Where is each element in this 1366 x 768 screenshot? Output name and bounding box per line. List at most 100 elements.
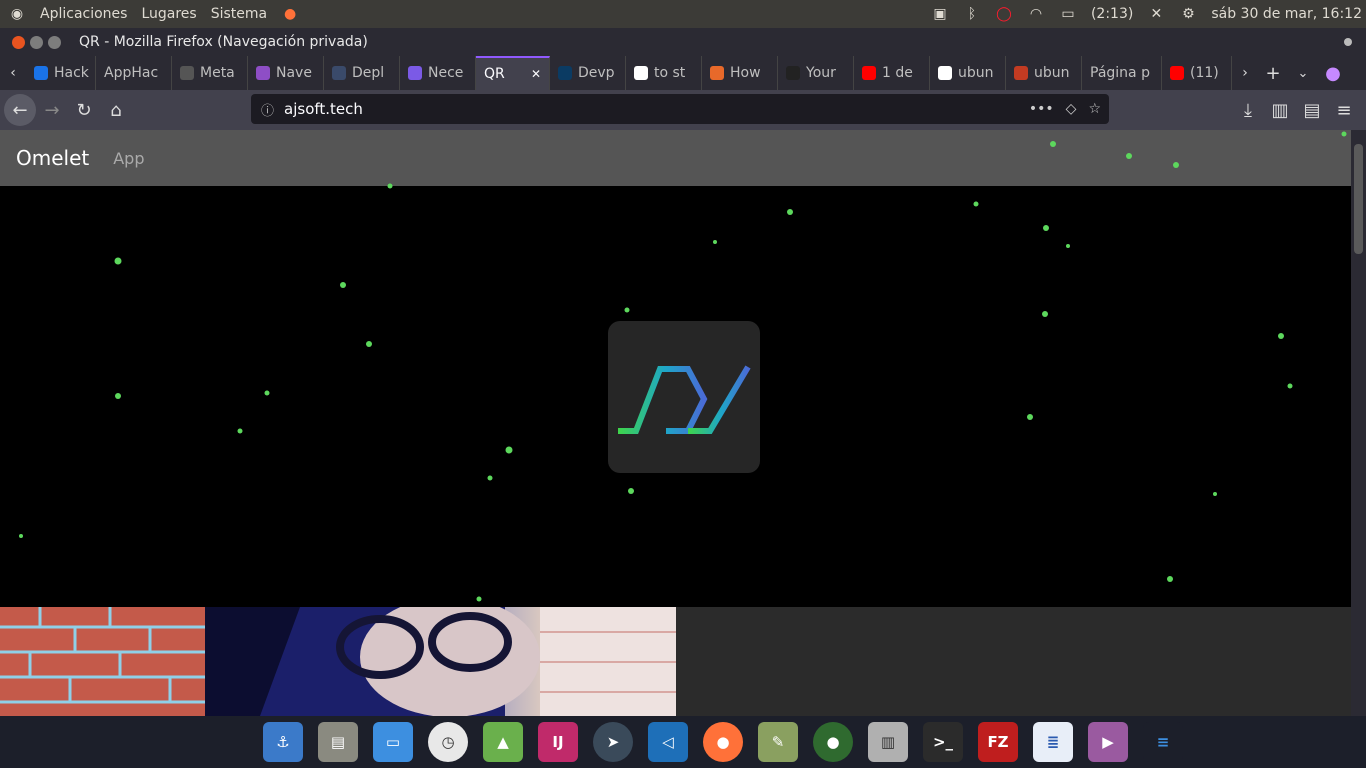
dock-presentation-icon[interactable]: ≡ [1143,722,1183,762]
settings-gear-icon[interactable]: ⚙ [1179,5,1197,23]
dock-filezilla-icon[interactable]: FZ [978,722,1018,762]
code-icon [180,66,194,80]
camera-icon[interactable]: ▣ [931,5,949,23]
tab-6[interactable]: QR ✕ [476,56,550,90]
dock-video-player-icon[interactable]: ▶ [1088,722,1128,762]
dock-clock-icon[interactable]: ◷ [428,722,468,762]
wifi-icon[interactable]: ◠ [1027,5,1045,23]
nav-link-app[interactable]: App [113,149,144,168]
reload-icon[interactable]: ↻ [68,94,100,126]
tab-label: ubun [958,65,994,81]
downloads-icon[interactable]: ⤓ [1232,94,1264,126]
back-arrow-icon[interactable]: ← [4,94,36,126]
window-maximize-icon[interactable] [48,35,61,49]
hero-section [0,186,1351,607]
tab-14[interactable]: Página p [1082,56,1162,90]
dock-anchor-icon[interactable]: ⚓ [263,722,303,762]
dock-firefox-icon[interactable]: ● [703,722,743,762]
menu-applications[interactable]: Aplicaciones [40,6,127,22]
tab-11[interactable]: 1 de [854,56,930,90]
dock-android-studio-icon[interactable]: ▲ [483,722,523,762]
tab-3[interactable]: Nave [248,56,324,90]
private-browsing-mask-icon[interactable]: ● [1318,57,1348,89]
tumblr-icon [710,66,724,80]
tab-label: Devp [578,65,615,81]
home-icon[interactable]: ⌂ [100,94,132,126]
tab-1[interactable]: AppHac [96,56,172,90]
dock-trash-icon[interactable]: ▥ [868,722,908,762]
tab-label: QR [484,66,505,82]
tab-label: Depl [352,65,385,81]
bluetooth-icon[interactable]: ᛒ [963,5,981,23]
firefox-launcher-icon[interactable]: ● [281,5,299,23]
tab-4[interactable]: Depl [324,56,400,90]
forward-arrow-icon[interactable]: → [36,94,68,126]
page-scrollbar[interactable] [1351,130,1366,716]
tab-label: Meta [200,65,235,81]
battery-time: (2:13) [1090,6,1134,22]
dock-green-orb-icon[interactable]: ● [813,722,853,762]
dock-vscode-icon[interactable]: ◁ [648,722,688,762]
tab-7[interactable]: Devp [550,56,626,90]
window-menu-icon[interactable] [1344,38,1352,46]
tab-2[interactable]: Meta [172,56,248,90]
site-navbar: Omelet App [0,130,1351,186]
volume-muted-icon[interactable]: ✕ [1147,5,1165,23]
featured-photo [0,607,676,716]
url-text[interactable]: ajsoft.tech [284,100,363,118]
library-icon[interactable]: ▥ [1264,94,1296,126]
tab-10[interactable]: Your [778,56,854,90]
dock-desktop-icon[interactable]: ▭ [373,722,413,762]
hamburger-menu-icon[interactable]: ≡ [1328,94,1360,126]
list-icon [408,66,422,80]
tab-9[interactable]: How [702,56,778,90]
dock-document-writer-icon[interactable]: ≣ [1033,722,1073,762]
site-brand[interactable]: Omelet [16,146,89,170]
google-icon [938,66,952,80]
page-actions-icon[interactable]: ••• [1029,101,1054,117]
clock[interactable]: sáb 30 de mar, 16:12 [1211,6,1362,22]
tab-list-chevron-down-icon[interactable]: ⌄ [1288,57,1318,89]
github-icon [786,66,800,80]
tab-label: Nece [428,65,464,81]
window-minimize-icon[interactable] [30,35,43,49]
bookmark-star-icon[interactable]: ☆ [1088,101,1101,117]
new-tab-plus-icon[interactable]: + [1258,57,1288,89]
battery-icon[interactable]: ▭ [1059,5,1077,23]
tabs-scroll-left-icon[interactable]: ‹ [0,57,26,89]
opera-icon[interactable]: ◯ [995,5,1013,23]
tab-12[interactable]: ubun [930,56,1006,90]
tab-5[interactable]: Nece [400,56,476,90]
omelet-logo [608,321,760,473]
site-info-icon[interactable]: ⓘ [261,100,274,119]
tab-close-icon[interactable]: ✕ [531,67,541,81]
featured-image-row [0,607,1351,716]
url-bar[interactable]: ⓘ ajsoft.tech ••• ◇ ☆ [251,94,1109,124]
tab-bar: ‹ Hack AppHac Meta Nave Depl Nece QR ✕ Devp to st… [0,56,1366,90]
youtube-icon [1170,66,1184,80]
sidebar-icon[interactable]: ▤ [1296,94,1328,126]
scrollbar-thumb[interactable] [1354,144,1363,254]
dock-send-arrow-icon[interactable]: ➤ [593,722,633,762]
tab-label: Nave [276,65,312,81]
mask-icon [256,66,270,80]
window-title: QR - Mozilla Firefox (Navegación privada… [79,34,368,50]
dock-files-drawer-icon[interactable]: ▤ [318,722,358,762]
tab-label: Your [806,65,836,81]
dock-intellij-icon[interactable]: IJ [538,722,578,762]
web-page: Omelet App [0,130,1351,716]
tabs-scroll-right-icon[interactable]: › [1232,57,1258,89]
menu-places[interactable]: Lugares [141,6,196,22]
youtube-icon [862,66,876,80]
tab-8[interactable]: to st [626,56,702,90]
tab-0[interactable]: Hack [26,56,96,90]
tab-label: ubun [1034,65,1070,81]
dock-terminal-icon[interactable]: >_ [923,722,963,762]
tab-13[interactable]: ubun [1006,56,1082,90]
dock-system-tools-icon[interactable]: ✎ [758,722,798,762]
pocket-icon[interactable]: ◇ [1066,101,1077,117]
window-close-icon[interactable] [12,35,25,49]
tab-15[interactable]: (11) [1162,56,1232,90]
menu-system[interactable]: Sistema [211,6,267,22]
ubuntu-logo-icon[interactable]: ◉ [8,5,26,23]
